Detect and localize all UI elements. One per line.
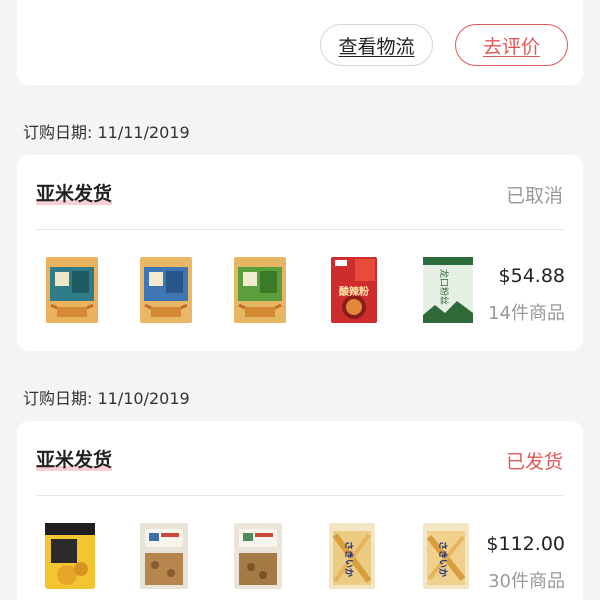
divider: [35, 495, 565, 496]
write-review-button[interactable]: 去评价: [455, 24, 568, 66]
order-price: $112.00: [486, 533, 565, 555]
divider: [35, 229, 565, 230]
item-count: 14件商品: [488, 303, 565, 324]
product-label: さきいか: [437, 541, 448, 577]
order-status: 已发货: [505, 451, 563, 473]
order-card[interactable]: 亚米发货 已取消 酸辣粉 龙口粉丝 $54.88 14件商品: [17, 155, 583, 351]
seller-name: 亚米发货: [36, 179, 113, 206]
product-thumbnail[interactable]: さきいか: [419, 521, 473, 591]
write-review-label: 去评价: [482, 35, 540, 58]
product-label: 龙口粉丝: [438, 269, 450, 305]
product-thumbnail[interactable]: [233, 255, 287, 325]
order-date: 订购日期: 11/10/2019: [23, 389, 190, 408]
product-label: さきいか: [343, 541, 354, 577]
view-logistics-label: 查看物流: [338, 35, 415, 58]
product-thumbnail[interactable]: [139, 255, 193, 325]
product-thumbnail[interactable]: [231, 521, 285, 591]
product-thumbnail[interactable]: [43, 521, 97, 591]
product-thumbnail[interactable]: 酸辣粉: [327, 255, 381, 325]
product-thumbnail[interactable]: 龙口粉丝: [421, 255, 475, 325]
order-status: 已取消: [505, 185, 563, 207]
view-logistics-button[interactable]: 查看物流: [320, 24, 433, 66]
order-card[interactable]: 亚米发货 已发货 さきいか さきいか $112.00 30件商品: [17, 421, 583, 600]
product-thumbnail[interactable]: [45, 255, 99, 325]
previous-order-card: 查看物流 去评价: [17, 0, 583, 85]
product-thumbnail[interactable]: さきいか: [325, 521, 379, 591]
item-count: 30件商品: [488, 571, 565, 592]
product-thumbnail[interactable]: [137, 521, 191, 591]
seller-name: 亚米发货: [36, 445, 113, 472]
order-price: $54.88: [498, 265, 565, 287]
order-date: 订购日期: 11/11/2019: [23, 123, 190, 142]
product-label: 酸辣粉: [339, 285, 369, 298]
